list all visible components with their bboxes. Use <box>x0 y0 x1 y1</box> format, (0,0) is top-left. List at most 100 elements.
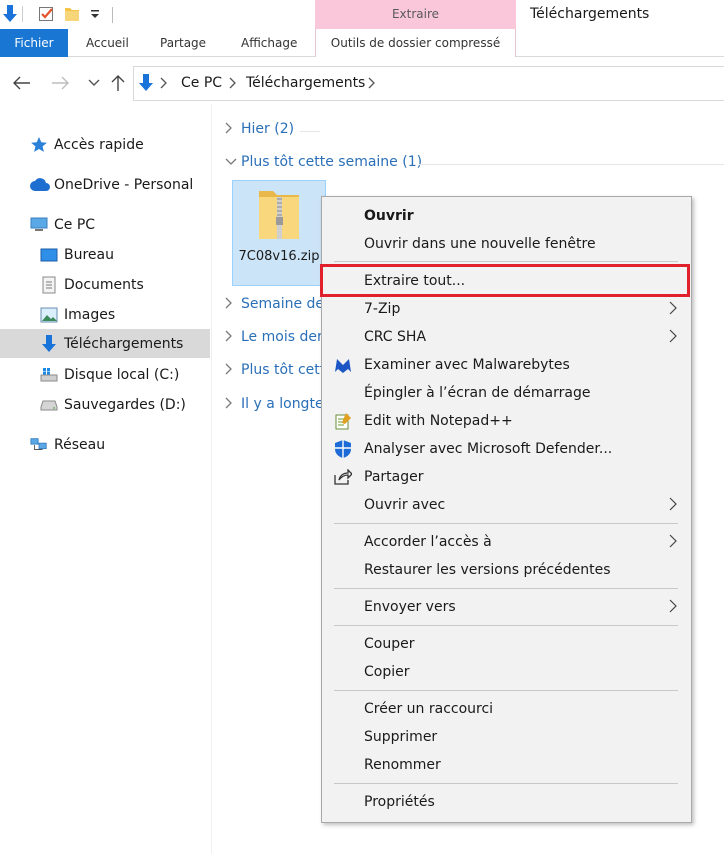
submenu-chevron-icon <box>669 329 677 347</box>
tab-affichage[interactable]: Affichage <box>241 29 297 57</box>
menu-item-label: CRC SHA <box>364 329 427 345</box>
menu-item-label: Épingler à l’écran de démarrage <box>364 385 591 401</box>
sidebar-item-sauvegardes[interactable]: Sauvegardes (D:) <box>0 390 210 419</box>
menu-item-copier[interactable]: Copier <box>322 658 691 686</box>
address-bar[interactable]: Ce PC Téléchargements <box>133 66 724 101</box>
recent-locations-button[interactable] <box>82 71 106 95</box>
sidebar-item-label: Documents <box>64 276 144 293</box>
sidebar-item-ce-pc[interactable]: Ce PC <box>0 210 210 239</box>
menu-item-envoyer-vers[interactable]: Envoyer vers <box>322 593 691 621</box>
menu-item-label: Extraire tout... <box>364 273 466 289</box>
forward-arrow-icon <box>52 76 69 90</box>
menu-item-restaurer-versions[interactable]: Restaurer les versions précédentes <box>322 556 691 584</box>
chevron-down-icon <box>88 79 100 86</box>
group-header-hier[interactable]: Hier (2) <box>225 121 320 137</box>
menu-item-supprimer[interactable]: Supprimer <box>322 723 691 751</box>
up-button[interactable] <box>106 71 130 95</box>
documents-icon <box>40 276 58 294</box>
menu-item-label: Edit with Notepad++ <box>364 413 513 429</box>
menu-item-crc-sha[interactable]: CRC SHA <box>322 323 691 351</box>
menu-item-notepad-plus-plus[interactable]: Edit with Notepad++ <box>322 407 691 435</box>
context-tab-group-label: Extraire <box>315 0 516 29</box>
breadcrumb-chevron-icon[interactable] <box>160 77 168 93</box>
back-button[interactable] <box>10 71 34 95</box>
menu-item-creer-raccourci[interactable]: Créer un raccourci <box>322 695 691 723</box>
menu-item-accorder-acces[interactable]: Accorder l’accès à <box>322 528 691 556</box>
breadcrumb-telechargements[interactable]: Téléchargements <box>246 75 365 91</box>
menu-item-label: Examiner avec Malwarebytes <box>364 357 570 373</box>
sidebar-item-images[interactable]: Images <box>0 300 210 329</box>
group-header-plus-tot-cette-annee[interactable]: Plus tôt cette <box>225 362 334 378</box>
quick-access-toolbar: Extraire Téléchargements <box>0 0 724 30</box>
menu-item-ouvrir-nouvelle-fenetre[interactable]: Ouvrir dans une nouvelle fenêtre <box>322 230 691 258</box>
customize-toolbar-dropdown-icon[interactable] <box>90 9 100 24</box>
sidebar-item-onedrive[interactable]: OneDrive - Personal <box>0 170 210 199</box>
group-divider <box>300 131 320 132</box>
menu-item-7-zip[interactable]: 7-Zip <box>322 295 691 323</box>
menu-item-malwarebytes[interactable]: Examiner avec Malwarebytes <box>322 351 691 379</box>
context-menu: Ouvrir Ouvrir dans une nouvelle fenêtre … <box>321 196 692 823</box>
pictures-icon <box>40 306 58 324</box>
menu-item-label: Propriétés <box>364 794 435 810</box>
menu-item-epingler-demarrage[interactable]: Épingler à l’écran de démarrage <box>322 379 691 407</box>
menu-item-label: Ouvrir avec <box>364 497 446 513</box>
group-header-il-y-a-longtemps[interactable]: Il y a longter <box>225 396 329 412</box>
menu-item-label: Copier <box>364 664 410 680</box>
chevron-right-icon <box>225 363 239 378</box>
tab-partage[interactable]: Partage <box>160 29 206 57</box>
group-header-le-mois-dernier[interactable]: Le mois dern <box>225 329 331 345</box>
group-header-plus-tot-cette-semaine[interactable]: Plus tôt cette semaine (1) <box>225 154 724 170</box>
menu-item-renommer[interactable]: Renommer <box>322 751 691 779</box>
menu-item-proprietes[interactable]: Propriétés <box>322 788 691 816</box>
group-header-semaine-derniere[interactable]: Semaine der <box>225 296 330 312</box>
breadcrumb-chevron-icon[interactable] <box>368 77 376 93</box>
sidebar-item-telechargements[interactable]: Téléchargements <box>0 329 210 358</box>
submenu-chevron-icon <box>669 497 677 515</box>
group-label: Plus tôt cette <box>241 362 334 378</box>
properties-check-icon[interactable] <box>38 5 56 27</box>
ribbon-tabs: Fichier Accueil Partage Affichage Outils… <box>0 29 724 57</box>
sidebar-item-label: Téléchargements <box>64 335 184 352</box>
group-label: Semaine der <box>241 296 330 312</box>
toolbar-divider <box>112 7 113 23</box>
menu-item-label: Accorder l’accès à <box>364 534 492 550</box>
new-folder-icon[interactable] <box>64 5 80 27</box>
sidebar-item-documents[interactable]: Documents <box>0 270 210 299</box>
menu-item-label: Analyser avec Microsoft Defender... <box>364 441 613 457</box>
notepad-plus-plus-icon <box>333 411 353 431</box>
tab-fichier[interactable]: Fichier <box>0 29 68 57</box>
tab-outils-dossier-compresse[interactable]: Outils de dossier compressé <box>315 29 516 57</box>
menu-item-ouvrir[interactable]: Ouvrir <box>322 202 691 230</box>
menu-item-label: Supprimer <box>364 729 438 745</box>
breadcrumb-chevron-icon[interactable] <box>229 77 237 93</box>
menu-item-microsoft-defender[interactable]: Analyser avec Microsoft Defender... <box>322 435 691 463</box>
group-label: Hier (2) <box>241 121 295 137</box>
menu-item-label: Créer un raccourci <box>364 701 494 717</box>
menu-item-label: Ouvrir <box>364 208 414 224</box>
sidebar-item-label: Bureau <box>64 246 114 263</box>
windows-drive-icon <box>40 366 58 384</box>
menu-item-extraire-tout[interactable]: Extraire tout... <box>322 267 691 295</box>
sidebar-item-disque-local[interactable]: Disque local (C:) <box>0 360 210 389</box>
group-divider <box>419 164 724 165</box>
sidebar-item-label: Sauvegardes (D:) <box>64 396 186 413</box>
file-item-zip[interactable]: 7C08v16.zip <box>232 180 326 286</box>
sidebar-item-acces-rapide[interactable]: Accès rapide <box>0 130 210 159</box>
menu-item-label: Restaurer les versions précédentes <box>364 562 611 578</box>
menu-item-label: Envoyer vers <box>364 599 456 615</box>
forward-button[interactable] <box>48 71 72 95</box>
malwarebytes-icon <box>333 355 353 375</box>
navigation-bar: Ce PC Téléchargements <box>0 62 724 104</box>
menu-item-ouvrir-avec[interactable]: Ouvrir avec <box>322 491 691 519</box>
download-arrow-icon[interactable] <box>2 5 18 27</box>
sidebar-item-bureau[interactable]: Bureau <box>0 240 210 269</box>
menu-separator <box>334 625 678 626</box>
tab-accueil[interactable]: Accueil <box>86 29 129 57</box>
submenu-chevron-icon <box>669 534 677 552</box>
menu-item-couper[interactable]: Couper <box>322 630 691 658</box>
sidebar-item-reseau[interactable]: Réseau <box>0 430 210 459</box>
menu-item-partager[interactable]: Partager <box>322 463 691 491</box>
download-arrow-icon <box>40 334 58 353</box>
submenu-chevron-icon <box>669 599 677 617</box>
breadcrumb-ce-pc[interactable]: Ce PC <box>181 75 222 91</box>
